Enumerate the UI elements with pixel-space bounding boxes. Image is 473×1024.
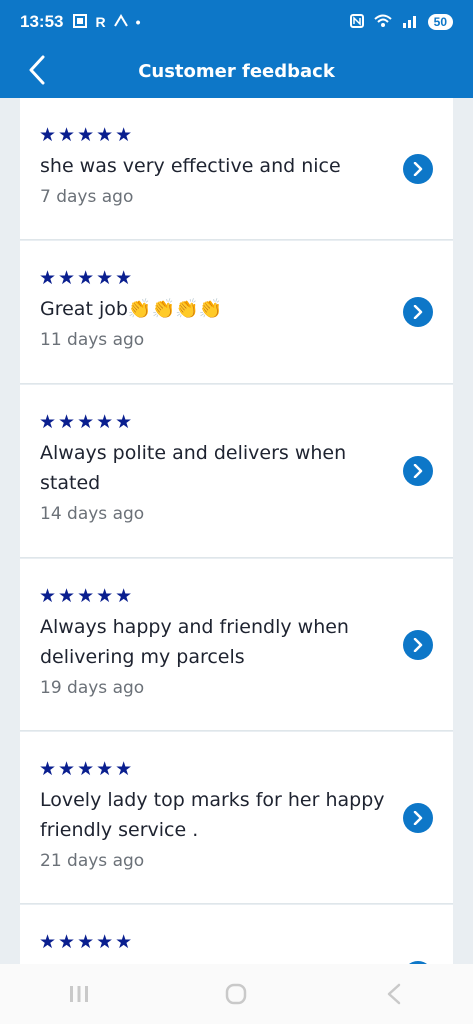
rating-stars: ★★★★★ <box>39 758 135 780</box>
feedback-date: 21 days ago <box>40 851 145 871</box>
app-header: Customer feedback <box>0 44 473 98</box>
system-back-button[interactable] <box>374 974 414 1014</box>
rating-stars: ★★★★★ <box>39 411 135 433</box>
open-feedback-button[interactable] <box>403 803 433 833</box>
cast-icon <box>113 13 128 31</box>
status-icons: R • <box>73 13 141 31</box>
feedback-comment: Always happy and friendly when deliverin… <box>40 616 349 668</box>
feedback-list[interactable]: ★★★★★ she was very effective and nice 7 … <box>20 98 453 964</box>
chevron-left-icon <box>29 55 45 85</box>
signal-icon <box>402 14 418 31</box>
home-icon <box>226 983 247 1005</box>
recents-icon <box>69 986 88 1002</box>
feedback-date: 19 days ago <box>40 678 145 698</box>
feedback-card[interactable]: ★★★★★ Always polite and delivers when st… <box>20 385 453 558</box>
feedback-comment: she was very effective and nice <box>40 155 341 177</box>
back-button[interactable] <box>22 52 52 88</box>
nfc-icon <box>349 13 364 31</box>
feedback-comment: Always polite and delivers when stated <box>40 442 347 494</box>
home-button[interactable] <box>216 974 256 1014</box>
feedback-card[interactable]: ★★★★★ Always happy and friendly when del… <box>20 559 453 731</box>
chevron-right-icon <box>413 811 423 825</box>
feedback-card[interactable]: ★★★★★ Great job👏👏👏👏 11 days ago <box>20 241 453 384</box>
open-feedback-button[interactable] <box>403 456 433 486</box>
chevron-right-icon <box>413 162 423 176</box>
open-feedback-button[interactable] <box>403 154 433 184</box>
screenshot-icon <box>73 13 88 31</box>
rating-stars: ★★★★★ <box>39 931 135 953</box>
recents-button[interactable] <box>59 974 99 1014</box>
wifi-icon <box>373 14 392 31</box>
page-title: Customer feedback <box>138 60 335 82</box>
r-icon: R <box>95 14 106 30</box>
battery-indicator: 50 <box>427 14 453 30</box>
rating-stars: ★★★★★ <box>39 267 135 289</box>
feedback-comment: Great job👏👏👏👏 <box>40 298 223 320</box>
status-bar: 13:53 R • 50 <box>0 0 473 44</box>
chevron-right-icon <box>413 638 423 652</box>
feedback-card[interactable]: ★★★★★ Lovely lady top marks for her happ… <box>20 732 453 904</box>
feedback-date: 7 days ago <box>40 187 134 207</box>
feedback-comment: Lovely lady top marks for her happy frie… <box>40 789 385 841</box>
open-feedback-button[interactable] <box>403 630 433 660</box>
back-icon <box>387 983 401 1005</box>
feedback-card[interactable]: ★★★★★ <box>20 905 453 964</box>
open-feedback-button[interactable] <box>403 297 433 327</box>
rating-stars: ★★★★★ <box>39 585 135 607</box>
chevron-right-icon <box>413 305 423 319</box>
status-time: 13:53 <box>20 12 64 31</box>
system-nav-bar <box>0 964 473 1024</box>
dot-icon: • <box>135 14 141 30</box>
feedback-date: 14 days ago <box>40 504 145 524</box>
feedback-date: 11 days ago <box>40 330 145 350</box>
status-right: 50 <box>349 13 453 31</box>
chevron-right-icon <box>413 464 423 478</box>
rating-stars: ★★★★★ <box>39 124 135 146</box>
feedback-card[interactable]: ★★★★★ she was very effective and nice 7 … <box>20 98 453 240</box>
